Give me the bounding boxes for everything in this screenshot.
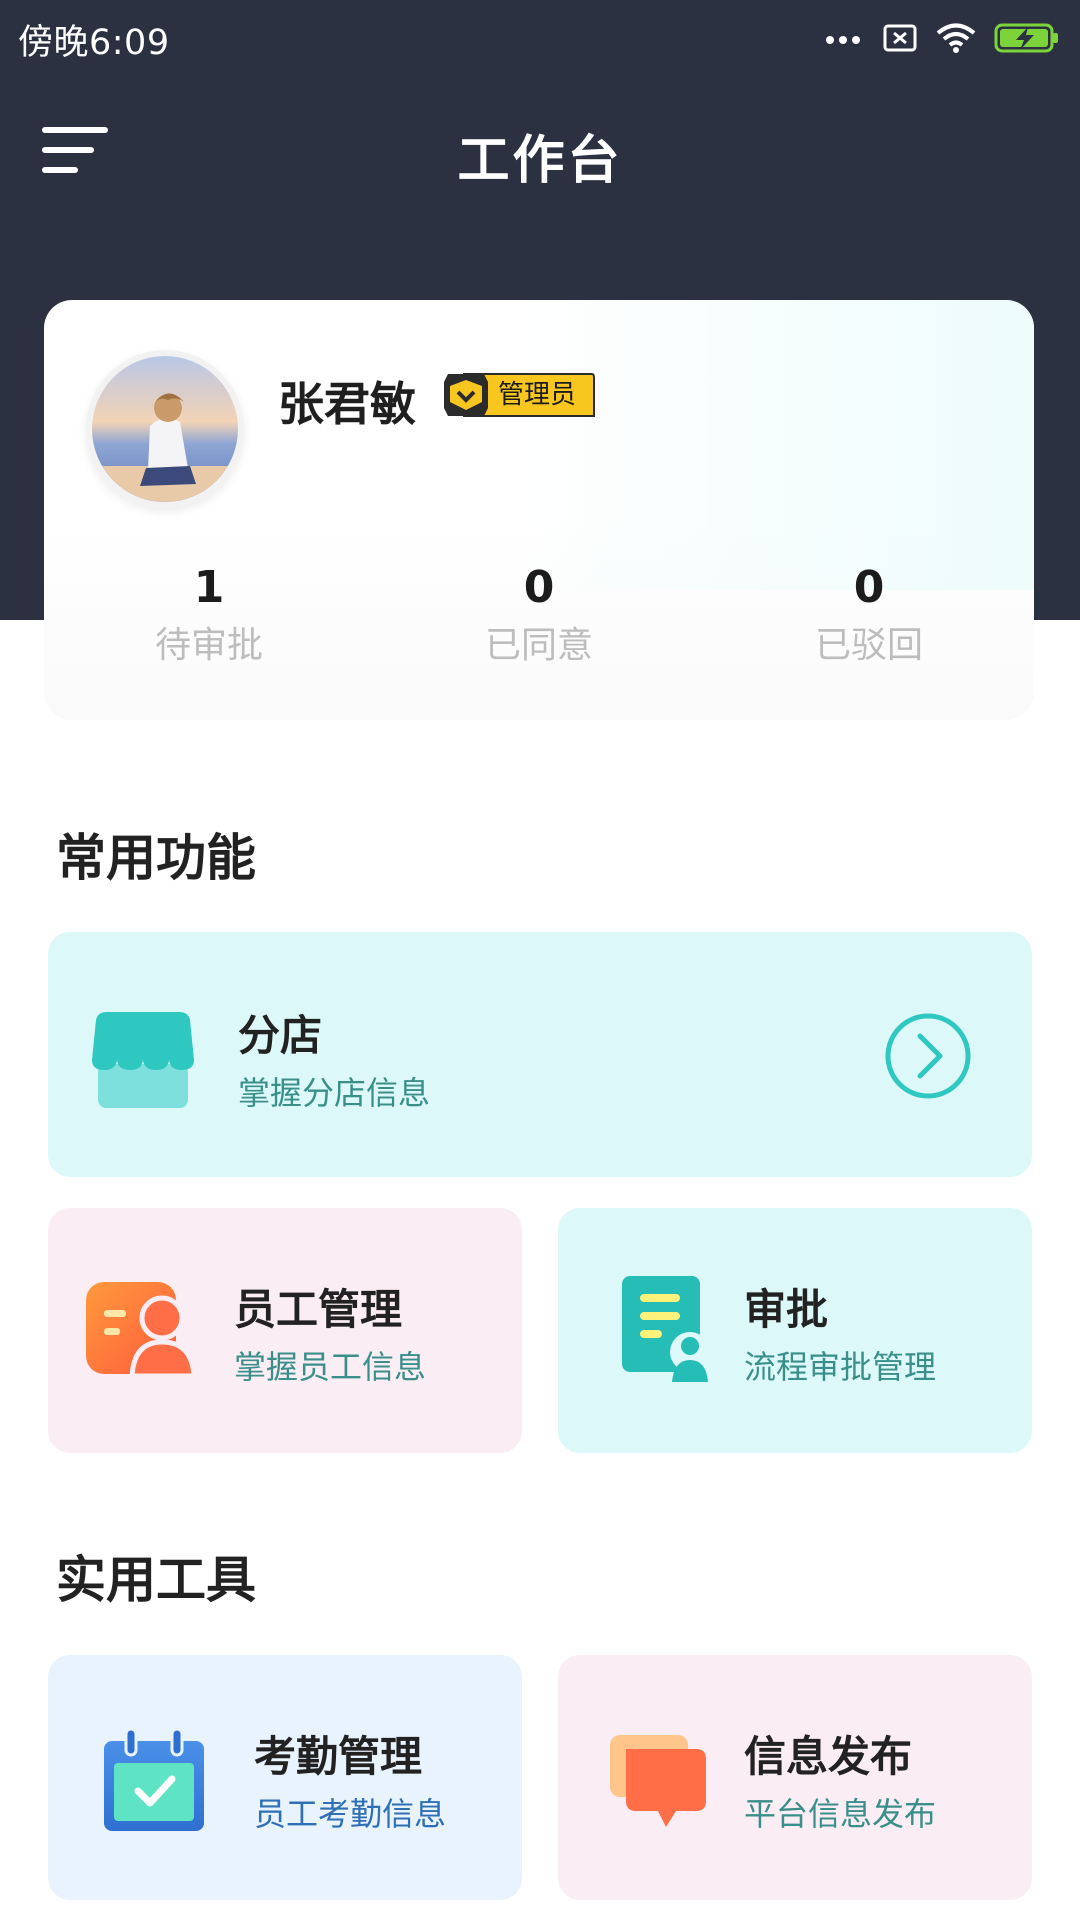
publish-card[interactable]: 信息发布 平台信息发布 — [558, 1655, 1032, 1900]
approval-subtitle: 流程审批管理 — [744, 1348, 937, 1386]
user-name: 张君敏 — [278, 377, 416, 431]
workbench-page: 傍晚6:09 工作台 张君敏 管理员 1 待审批 0 已同意 0 已驳回 常用功… — [0, 0, 1080, 1920]
staff-subtitle: 掌握员工信息 — [234, 1348, 427, 1386]
role-badge: 管理员 — [444, 372, 596, 418]
message-bubbles-icon — [610, 1735, 706, 1827]
profile-card: 张君敏 管理员 1 待审批 0 已同意 0 已驳回 — [44, 300, 1034, 720]
staff-title: 员工管理 — [234, 1285, 403, 1334]
status-icons — [824, 18, 1060, 58]
page-title: 工作台 — [457, 131, 623, 191]
stat-label: 已同意 — [484, 625, 593, 666]
status-time: 傍晚6:09 — [18, 23, 170, 63]
branch-title: 分店 — [238, 1011, 323, 1060]
attendance-card[interactable]: 考勤管理 员工考勤信息 — [48, 1655, 522, 1900]
approval-title: 审批 — [744, 1285, 829, 1334]
branch-subtitle: 掌握分店信息 — [238, 1074, 431, 1112]
avatar[interactable] — [86, 350, 244, 508]
stat-approved[interactable]: 0 已同意 — [374, 562, 704, 674]
publish-subtitle: 平台信息发布 — [744, 1795, 937, 1833]
stat-value: 1 — [193, 562, 225, 613]
section-title-common: 常用功能 — [56, 829, 256, 887]
stat-rejected[interactable]: 0 已驳回 — [704, 562, 1034, 674]
stat-pending[interactable]: 1 待审批 — [44, 562, 374, 674]
stat-label: 已驳回 — [814, 625, 923, 666]
store-icon — [92, 1012, 194, 1108]
chevron-right-circle-icon[interactable] — [884, 1012, 972, 1100]
stat-value: 0 — [853, 562, 885, 613]
attendance-title: 考勤管理 — [254, 1732, 423, 1781]
staff-card[interactable]: 员工管理 掌握员工信息 — [48, 1208, 522, 1453]
role-label: 管理员 — [498, 380, 577, 410]
sim-card-icon — [883, 24, 917, 52]
battery-charging-icon — [994, 23, 1058, 53]
calendar-check-icon — [104, 1729, 204, 1831]
approval-document-icon — [622, 1276, 710, 1382]
staff-contact-icon — [86, 1282, 197, 1379]
more-dots-icon — [826, 36, 860, 44]
attendance-subtitle: 员工考勤信息 — [254, 1795, 447, 1833]
publish-title: 信息发布 — [744, 1732, 913, 1781]
stat-label: 待审批 — [154, 625, 263, 666]
branch-card[interactable]: 分店 掌握分店信息 — [48, 932, 1032, 1177]
stat-value: 0 — [523, 562, 555, 613]
wifi-icon — [936, 23, 976, 53]
status-bar: 傍晚6:09 — [0, 0, 1080, 76]
section-title-tools: 实用工具 — [56, 1551, 256, 1609]
approval-card[interactable]: 审批 流程审批管理 — [558, 1208, 1032, 1453]
